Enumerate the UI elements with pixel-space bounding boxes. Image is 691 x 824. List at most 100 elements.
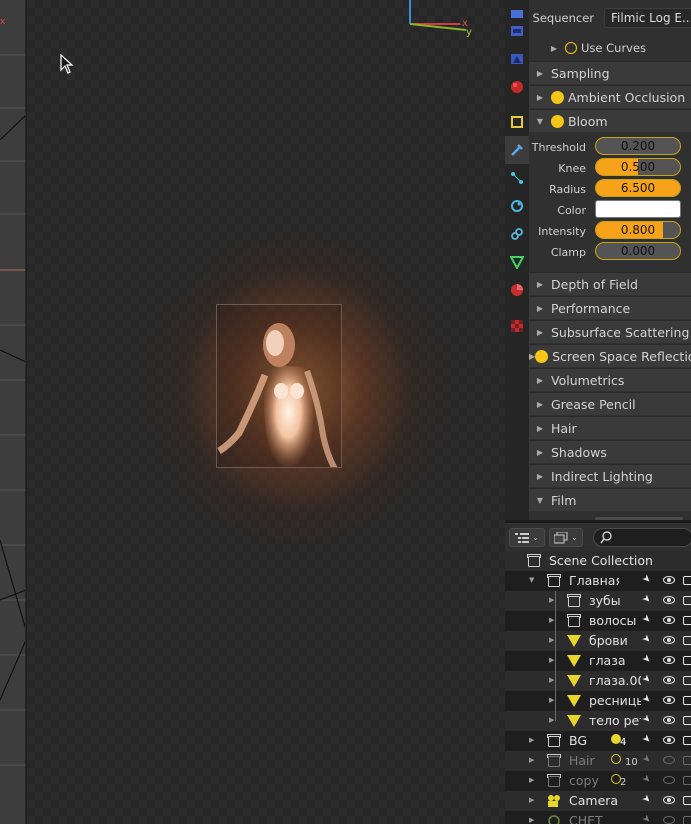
eye-icon[interactable]: [663, 736, 675, 744]
panel-sampling[interactable]: ▶ Sampling: [529, 61, 691, 84]
outliner-row[interactable]: ▶ брови ➤: [505, 631, 691, 651]
eye-icon[interactable]: [663, 616, 675, 624]
eye-icon[interactable]: [663, 596, 675, 604]
tab-object[interactable]: [505, 108, 529, 136]
tab-output[interactable]: [505, 17, 529, 45]
axis-gizmo[interactable]: x y: [402, 0, 502, 40]
bloom-value-field[interactable]: 0.000: [595, 242, 681, 260]
outliner-row[interactable]: ▶ BG 4 ➤: [505, 731, 691, 751]
selectable-cursor-icon[interactable]: ➤: [640, 672, 654, 686]
bloom-value-field[interactable]: 0.200: [595, 137, 681, 155]
eye-icon[interactable]: [663, 716, 675, 724]
eye-icon[interactable]: [663, 796, 675, 804]
tab-material[interactable]: [505, 276, 529, 304]
tab-physics[interactable]: [505, 192, 529, 220]
render-camera-icon[interactable]: [683, 816, 691, 824]
selectable-cursor-icon[interactable]: ➤: [640, 632, 654, 646]
outliner-row[interactable]: ▶ волосы ➤: [505, 611, 691, 631]
selectable-cursor-icon[interactable]: ➤: [640, 612, 654, 626]
selectable-cursor-icon[interactable]: ➤: [640, 692, 654, 706]
selectable-cursor-icon[interactable]: ➤: [640, 812, 654, 824]
render-camera-icon[interactable]: [683, 716, 691, 725]
panel-shadows[interactable]: ▶ Shadows: [529, 440, 691, 463]
render-camera-icon[interactable]: [683, 696, 691, 705]
eye-icon[interactable]: [663, 636, 675, 644]
render-camera-icon[interactable]: [683, 796, 691, 805]
eye-hidden-icon[interactable]: [663, 756, 675, 764]
render-camera-icon[interactable]: [683, 656, 691, 665]
eye-icon[interactable]: [663, 696, 675, 704]
tab-scene[interactable]: [505, 73, 529, 101]
selectable-cursor-icon[interactable]: ➤: [640, 712, 654, 726]
tab-object-data[interactable]: [505, 248, 529, 276]
collapsed-arrow-icon[interactable]: ▶: [549, 596, 554, 604]
collapsed-arrow-icon[interactable]: ▶: [529, 756, 534, 764]
collapsed-arrow-icon[interactable]: ▶: [549, 676, 554, 684]
render-camera-icon[interactable]: [683, 616, 691, 625]
outliner-row[interactable]: ▶ глаза.001➤: [505, 671, 691, 691]
bloom-color-swatch[interactable]: [595, 200, 681, 218]
filter-dropdown[interactable]: ⌄: [549, 528, 583, 547]
outliner-row[interactable]: ▶ Camera ➤: [505, 791, 691, 811]
outliner-row[interactable]: ▼ Главная ➤: [505, 571, 691, 591]
use-curves-row[interactable]: ▶ Use Curves: [529, 36, 691, 60]
panel-bloom[interactable]: ▼ Bloom: [529, 109, 691, 132]
enable-toggle-icon[interactable]: [551, 90, 564, 104]
selectable-cursor-icon[interactable]: ➤: [640, 592, 654, 606]
selectable-cursor-icon[interactable]: ➤: [640, 732, 654, 746]
expand-arrow-icon[interactable]: ▶: [543, 44, 565, 53]
collapsed-arrow-icon[interactable]: ▶: [549, 716, 554, 724]
bloom-value-field[interactable]: 6.500: [595, 179, 681, 197]
panel-depth-of-field[interactable]: ▶ Depth of Field: [529, 272, 691, 295]
render-camera-icon[interactable]: [683, 756, 691, 765]
panel-subsurface-scattering[interactable]: ▶ Subsurface Scattering: [529, 320, 691, 343]
collapsed-arrow-icon[interactable]: ▶: [549, 696, 554, 704]
panel-performance[interactable]: ▶ Performance: [529, 296, 691, 319]
eye-icon[interactable]: [663, 676, 675, 684]
eye-icon[interactable]: [663, 656, 675, 664]
panel-hair[interactable]: ▶ Hair: [529, 416, 691, 439]
panel-grease-pencil[interactable]: ▶ Grease Pencil: [529, 392, 691, 415]
panel-ambient-occlusion[interactable]: ▶ Ambient Occlusion: [529, 85, 691, 108]
outliner-row[interactable]: ▶ глаза ➤: [505, 651, 691, 671]
use-curves-toggle-icon[interactable]: [565, 42, 577, 54]
selectable-cursor-icon[interactable]: ➤: [640, 792, 654, 806]
collapsed-arrow-icon[interactable]: ▶: [549, 636, 554, 644]
eye-icon[interactable]: [663, 576, 675, 584]
scene-collection-row[interactable]: Scene Collection: [505, 551, 691, 571]
side-viewport[interactable]: x: [0, 0, 26, 824]
outliner-row[interactable]: ▶ тело рет ➤: [505, 711, 691, 731]
expanded-arrow-icon[interactable]: ▼: [529, 576, 534, 584]
panel-volumetrics[interactable]: ▶ Volumetrics: [529, 368, 691, 391]
tab-constraints[interactable]: [505, 220, 529, 248]
render-camera-icon[interactable]: [683, 596, 691, 605]
selectable-cursor-icon[interactable]: ➤: [640, 752, 654, 766]
sequencer-dropdown[interactable]: Filmic Log E...: [604, 8, 691, 28]
outliner-row[interactable]: ▶ зубы ➤: [505, 591, 691, 611]
panel-indirect-lighting[interactable]: ▶ Indirect Lighting: [529, 464, 691, 487]
collapsed-arrow-icon[interactable]: ▶: [529, 816, 534, 824]
collapsed-arrow-icon[interactable]: ▶: [549, 656, 554, 664]
tab-modifiers[interactable]: [505, 136, 529, 164]
outliner-row[interactable]: ▶ copy 2 ➤: [505, 771, 691, 791]
panel-film[interactable]: ▼ Film: [529, 488, 691, 511]
enable-toggle-icon[interactable]: [551, 114, 564, 128]
tab-texture[interactable]: [505, 312, 529, 340]
outliner-search-input[interactable]: [593, 528, 691, 547]
outliner-row[interactable]: ▶ Hair 10 ➤: [505, 751, 691, 771]
tab-view-layer[interactable]: [505, 45, 529, 73]
panel-screen-space-reflections[interactable]: ▶Screen Space Reflections: [529, 344, 691, 367]
render-camera-icon[interactable]: [683, 636, 691, 645]
enable-toggle-icon[interactable]: [535, 349, 549, 363]
render-camera-icon[interactable]: [683, 776, 691, 785]
render-viewport[interactable]: x y: [27, 0, 505, 824]
outliner-row[interactable]: ▶ CHET ➤: [505, 811, 691, 824]
eye-hidden-icon[interactable]: [663, 816, 675, 824]
selectable-cursor-icon[interactable]: ➤: [640, 572, 654, 586]
collapsed-arrow-icon[interactable]: ▶: [529, 796, 534, 804]
bloom-value-field[interactable]: 0.800: [595, 221, 681, 239]
display-mode-dropdown[interactable]: ⌄: [509, 528, 545, 547]
bloom-value-field[interactable]: 0.500: [595, 158, 681, 176]
selectable-cursor-icon[interactable]: ➤: [640, 772, 654, 786]
selectable-cursor-icon[interactable]: ➤: [640, 652, 654, 666]
